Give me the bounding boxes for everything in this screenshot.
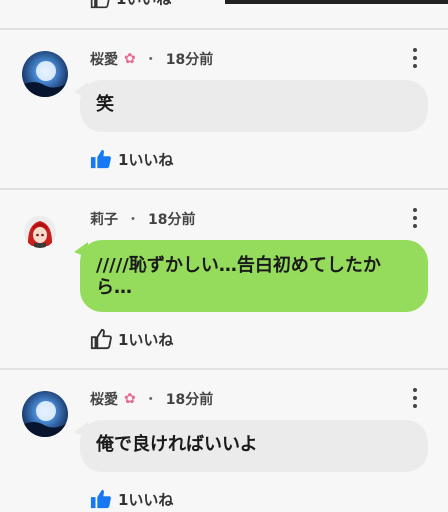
- flower-icon: ✿: [124, 391, 136, 407]
- message-text: 笑: [96, 94, 114, 115]
- author-name[interactable]: 桜愛: [90, 49, 118, 69]
- separator: ・: [143, 52, 158, 68]
- more-options-icon[interactable]: [412, 48, 418, 68]
- anime-girl-avatar-icon: [24, 216, 56, 248]
- moon-avatar-icon: [22, 51, 68, 97]
- message-text: 俺で良ければいいよ: [96, 434, 258, 455]
- like-count: 1いいね: [116, 0, 171, 9]
- message-text: /////恥ずかしい…告白初めてしたから…: [96, 255, 381, 298]
- thumbs-up-filled-icon: [90, 489, 111, 509]
- like-count: 1いいね: [118, 490, 174, 509]
- like-count: 1いいね: [118, 330, 174, 349]
- like-count: 1いいね: [118, 150, 174, 169]
- separator: ・: [126, 212, 140, 228]
- avatar[interactable]: [22, 51, 68, 97]
- divider: [0, 368, 448, 370]
- comment-meta: 莉子 ・ 18分前: [90, 209, 195, 229]
- flower-icon: ✿: [124, 51, 136, 67]
- timestamp: 18分前: [165, 392, 214, 408]
- comment-meta: 桜愛 ✿ ・ 18分前: [90, 389, 213, 409]
- divider: [0, 28, 448, 30]
- top-status-bar: [225, 0, 448, 4]
- thumbs-up-outline-icon: [90, 328, 112, 350]
- message-bubble: 俺で良ければいいよ: [74, 420, 428, 472]
- avatar[interactable]: [24, 216, 56, 248]
- comment-meta: 桜愛 ✿ ・ 18分前: [90, 49, 213, 69]
- moon-avatar-icon: [22, 391, 68, 437]
- more-options-icon[interactable]: [412, 208, 418, 228]
- separator: ・: [143, 392, 158, 408]
- like-button[interactable]: 1いいね: [90, 328, 173, 350]
- more-options-icon[interactable]: [412, 388, 418, 408]
- like-button[interactable]: 1いいね: [90, 148, 173, 170]
- message-bubble: 笑: [74, 80, 428, 132]
- divider: [0, 188, 448, 190]
- timestamp: 18分前: [148, 212, 196, 228]
- like-button[interactable]: 1いいね: [90, 0, 171, 9]
- author-name[interactable]: 莉子: [90, 209, 118, 229]
- avatar[interactable]: [22, 391, 68, 437]
- thumbs-up-outline-icon: [90, 0, 110, 8]
- message-bubble: /////恥ずかしい…告白初めてしたから…: [74, 240, 428, 312]
- timestamp: 18分前: [165, 52, 214, 68]
- author-name[interactable]: 桜愛: [90, 389, 118, 409]
- thumbs-up-filled-icon: [90, 149, 111, 169]
- like-button[interactable]: 1いいね: [90, 488, 173, 510]
